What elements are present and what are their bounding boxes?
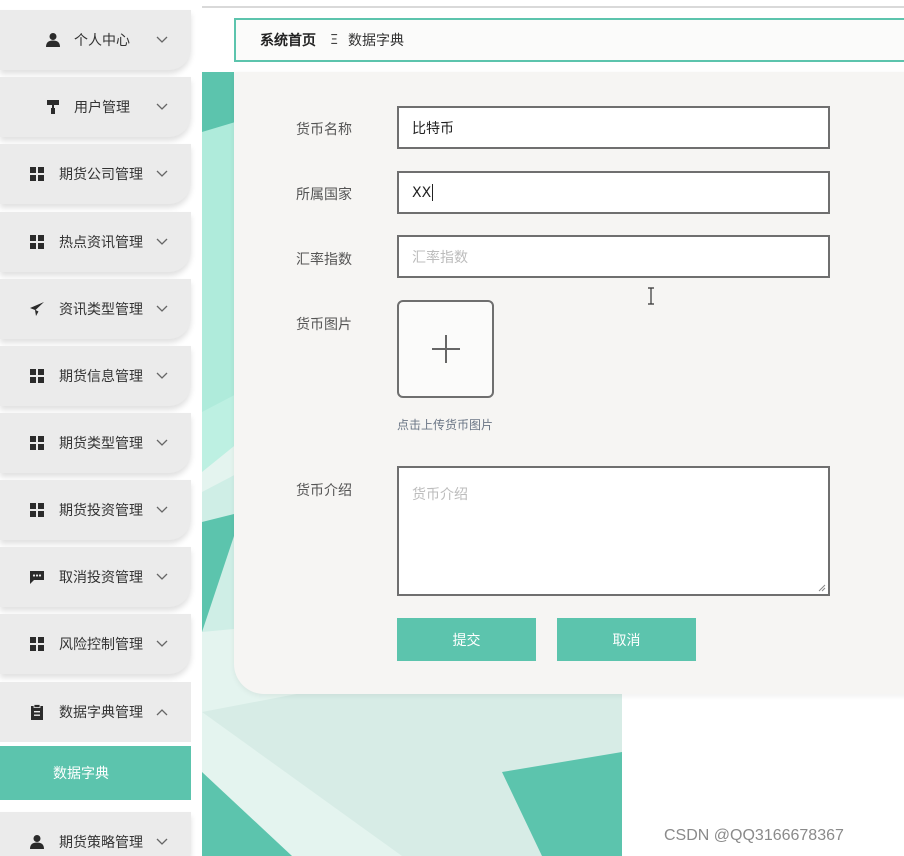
grid-icon [28, 635, 46, 653]
sidebar-item-label: 期货类型管理 [59, 436, 143, 452]
sidebar-item-futures-info[interactable]: 期货信息管理 [0, 346, 191, 406]
sidebar-item-label: 热点资讯管理 [59, 235, 143, 251]
sidebar-subitem-data-dictionary[interactable]: 数据字典 [0, 746, 191, 800]
exchange-rate-input[interactable]: 汇率指数 [397, 235, 830, 278]
sidebar-item-label: 资讯类型管理 [59, 302, 143, 318]
chevron-down-icon [155, 167, 169, 181]
chevron-down-icon [155, 503, 169, 517]
paint-roller-icon [44, 98, 62, 116]
grid-icon [28, 367, 46, 385]
image-upload-button[interactable] [397, 300, 494, 398]
sidebar-item-label: 个人中心 [74, 33, 130, 49]
resize-handle-icon[interactable] [817, 583, 826, 592]
breadcrumb-home-link[interactable]: 系统首页 [260, 30, 316, 50]
sidebar-item-label: 取消投资管理 [59, 570, 143, 586]
grid-icon [28, 434, 46, 452]
currency-intro-label: 货币介绍 [296, 483, 352, 499]
sidebar-item-user-management[interactable]: 用户管理 [0, 77, 191, 137]
sidebar-item-personal-center[interactable]: 个人中心 [0, 10, 191, 70]
sidebar-item-risk-control[interactable]: 风险控制管理 [0, 614, 191, 674]
sidebar-item-futures-company[interactable]: 期货公司管理 [0, 144, 191, 204]
currency-intro-placeholder: 货币介绍 [412, 487, 468, 503]
currency-name-input[interactable]: 比特币 [397, 106, 830, 149]
top-bar [202, 0, 904, 8]
sidebar-item-label: 期货投资管理 [59, 503, 143, 519]
sidebar-item-futures-type[interactable]: 期货类型管理 [0, 413, 191, 473]
sidebar-item-label: 期货信息管理 [59, 369, 143, 385]
exchange-rate-label: 汇率指数 [296, 252, 352, 268]
sidebar-item-futures-investment[interactable]: 期货投资管理 [0, 480, 191, 540]
sidebar-subitem-label: 数据字典 [53, 766, 109, 782]
sidebar-item-futures-strategy[interactable]: 期货策略管理 [0, 812, 191, 856]
chevron-down-icon [155, 570, 169, 584]
chevron-down-icon [155, 835, 169, 849]
paper-plane-icon [28, 300, 46, 318]
country-label: 所属国家 [296, 187, 352, 203]
comment-icon [28, 568, 46, 586]
grid-icon [28, 501, 46, 519]
user-icon [28, 833, 46, 851]
text-cursor-icon [648, 287, 654, 305]
chevron-down-icon [155, 369, 169, 383]
plus-icon [431, 335, 460, 363]
chevron-down-icon [155, 436, 169, 450]
country-input[interactable]: XX [397, 171, 830, 305]
cancel-button[interactable]: 取消 [557, 618, 696, 661]
chevron-down-icon [155, 637, 169, 651]
breadcrumb-current: 数据字典 [348, 33, 404, 49]
submit-button[interactable]: 提交 [397, 618, 536, 661]
breadcrumb-separator: Ξ [330, 32, 339, 48]
currency-intro-textarea[interactable]: 货币介绍 [397, 466, 830, 596]
sidebar: 个人中心 用户管理 期货公司管理 热点资讯管理 资讯类型管理 期货信息管理 期货… [0, 0, 196, 856]
chevron-down-icon [155, 302, 169, 316]
chevron-up-icon [155, 705, 169, 719]
form-panel: 货币名称 比特币 所属国家 XX 汇率指数 汇率指数 货币图片 点击上传货币图片… [234, 72, 904, 694]
sidebar-item-label: 期货策略管理 [59, 835, 143, 851]
sidebar-item-cancel-investment[interactable]: 取消投资管理 [0, 547, 191, 607]
sidebar-item-data-dictionary[interactable]: 数据字典管理 [0, 682, 191, 742]
sidebar-item-hot-news[interactable]: 热点资讯管理 [0, 212, 191, 272]
currency-name-label: 货币名称 [296, 122, 352, 138]
sidebar-item-label: 期货公司管理 [59, 167, 143, 183]
user-icon [44, 31, 62, 49]
currency-name-value: 比特币 [412, 120, 454, 137]
sidebar-item-label: 风险控制管理 [59, 637, 143, 653]
currency-image-label: 货币图片 [296, 317, 352, 333]
grid-icon [28, 165, 46, 183]
sidebar-item-news-type[interactable]: 资讯类型管理 [0, 279, 191, 339]
country-value: XX [412, 184, 432, 201]
exchange-rate-placeholder: 汇率指数 [412, 249, 468, 266]
text-caret [432, 184, 434, 201]
sidebar-item-label: 数据字典管理 [59, 705, 143, 721]
grid-icon [28, 233, 46, 251]
upload-hint: 点击上传货币图片 [397, 418, 494, 432]
chevron-down-icon [155, 33, 169, 47]
chevron-down-icon [155, 100, 169, 114]
breadcrumb: 系统首页 Ξ 数据字典 [234, 18, 904, 62]
clipboard-icon [28, 703, 46, 721]
chevron-down-icon [155, 235, 169, 249]
watermark-text: CSDN @QQ3166678367 [664, 827, 844, 844]
sidebar-item-label: 用户管理 [74, 100, 130, 116]
